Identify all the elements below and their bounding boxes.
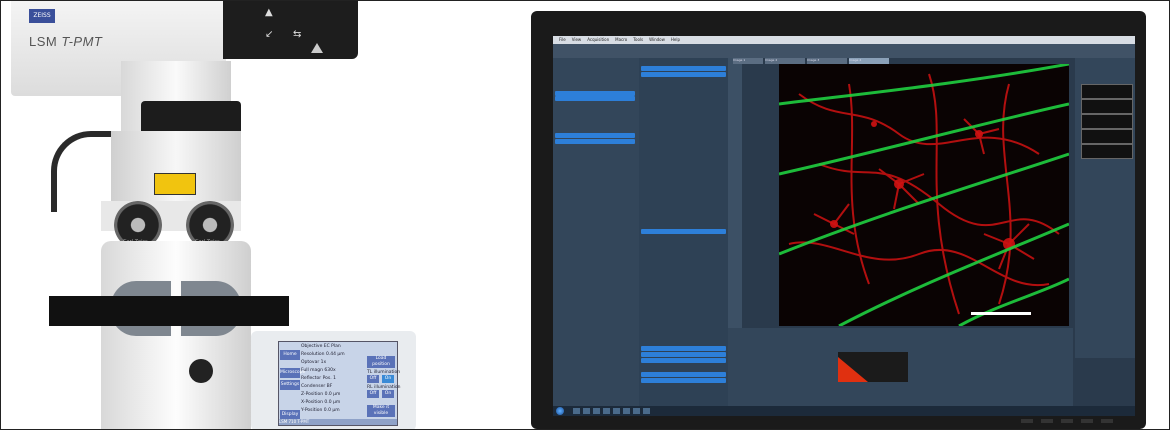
section-header-4[interactable] <box>555 139 635 144</box>
laser-warning-label <box>154 173 196 195</box>
arrow-diagonal-icon: ↙ <box>265 29 274 40</box>
load-position-button[interactable]: Load position <box>367 356 395 368</box>
focus-knob[interactable] <box>189 359 213 383</box>
tl-off-button[interactable]: Off <box>367 375 379 383</box>
confocal-microscope: ZEISS LSM T-PMT ▲ ↙ ⇆ Carl Zeiss Carl Ze… <box>1 1 421 429</box>
touch-panel-screen: Home Microscope Settings Display Load po… <box>278 341 401 426</box>
panel-footer: LSM 710 T-PMT <box>279 419 397 425</box>
section-header-9[interactable] <box>641 352 726 357</box>
arrow-left-right-icon: ⇆ <box>293 29 302 40</box>
tool-column <box>728 58 742 338</box>
home-button[interactable]: Home <box>280 350 300 360</box>
section-header-12[interactable] <box>641 378 726 383</box>
make-visible-button[interactable]: Make it visible <box>367 405 395 417</box>
taskbar-icon-1[interactable] <box>573 408 580 414</box>
menu-item-view[interactable]: View <box>572 37 582 42</box>
zeiss-logo: ZEISS <box>29 9 55 23</box>
start-button-icon[interactable] <box>556 407 564 415</box>
thumbnail-5[interactable] <box>1081 144 1133 159</box>
photo-frame: ZEISS LSM T-PMT ▲ ↙ ⇆ Carl Zeiss Carl Ze… <box>0 0 1170 430</box>
taskbar-icon-5[interactable] <box>613 408 620 414</box>
monitor-button-1[interactable] <box>1021 419 1033 423</box>
tl-on-button[interactable]: On <box>382 375 394 383</box>
menu-item-macro[interactable]: Macro <box>615 37 627 42</box>
monitor-button-3[interactable] <box>1061 419 1073 423</box>
microscope-stage <box>49 296 289 326</box>
zen-software-screen: File View Acquisition Macro Tools Window Help … <box>553 36 1135 416</box>
monitor-button-2[interactable] <box>1041 419 1053 423</box>
panel-status-row: Reflector Pos. 1 <box>301 376 336 381</box>
monitor-button-5[interactable] <box>1101 419 1113 423</box>
confocal-image[interactable] <box>779 64 1069 326</box>
model-label: LSM T-PMT <box>29 34 102 49</box>
panel-status-row: Resolution 0.44 µm <box>301 352 345 357</box>
section-header-5[interactable] <box>641 66 726 71</box>
menu-bar: File View Acquisition Macro Tools Window Help <box>553 36 1135 44</box>
windows-taskbar <box>553 406 1135 416</box>
taskbar-icon-3[interactable] <box>593 408 600 414</box>
scope-stand <box>101 241 251 429</box>
tab-image-1[interactable]: Image 1 <box>733 58 763 64</box>
section-header-7[interactable] <box>641 229 726 234</box>
fluorescence-image <box>779 64 1069 326</box>
model-suffix: T-PMT <box>61 34 103 49</box>
detector-box: ▲ ↙ ⇆ <box>223 1 358 59</box>
menu-item-tools[interactable]: Tools <box>633 37 643 42</box>
thumbnail-1[interactable] <box>1081 84 1133 99</box>
panel-status-row: Y-Position 0.0 µm <box>301 408 340 413</box>
thumbnail-4[interactable] <box>1081 129 1133 144</box>
taskbar-icon-6[interactable] <box>623 408 630 414</box>
settings-button[interactable]: Settings <box>280 380 300 390</box>
monitor-button-4[interactable] <box>1081 419 1093 423</box>
toolbar <box>553 44 1135 58</box>
panel-status-row: Condenser BF <box>301 384 333 389</box>
model-name: LSM <box>29 34 58 49</box>
menu-item-help[interactable]: Help <box>671 37 680 42</box>
panel-status-row: Full magn 630x <box>301 368 336 373</box>
histogram <box>838 352 908 382</box>
taskbar-icon-2[interactable] <box>583 408 590 414</box>
panel-status-row: Objective EC Plan <box>301 344 341 349</box>
rl-on-button[interactable]: On <box>382 390 394 398</box>
section-header-10[interactable] <box>641 358 726 363</box>
section-header-2[interactable] <box>555 96 635 101</box>
arrow-up-icon: ▲ <box>265 7 273 18</box>
panel-status-row: Optovar 1x <box>301 360 327 365</box>
panel-status-row: X-Position 0.0 µm <box>301 400 341 405</box>
taskbar-icon-7[interactable] <box>633 408 640 414</box>
scale-bar <box>971 312 1031 315</box>
menu-item-file[interactable]: File <box>559 37 566 42</box>
thumbnail-2[interactable] <box>1081 99 1133 114</box>
panel-status-row: Z-Position 0.0 µm <box>301 392 341 397</box>
section-header-3[interactable] <box>555 133 635 138</box>
section-header-11[interactable] <box>641 372 726 377</box>
menu-item-acquisition[interactable]: Acquisition <box>587 37 609 42</box>
rl-off-button[interactable]: Off <box>367 390 379 398</box>
menu-item-window[interactable]: Window <box>649 37 665 42</box>
section-header-6[interactable] <box>641 72 726 77</box>
section-header-8[interactable] <box>641 346 726 351</box>
taskbar-icon-4[interactable] <box>603 408 610 414</box>
thumbnail-3[interactable] <box>1081 114 1133 129</box>
microscope-button[interactable]: Microscope <box>280 368 305 378</box>
histogram-plot <box>838 357 868 382</box>
taskbar-icon-8[interactable] <box>643 408 650 414</box>
